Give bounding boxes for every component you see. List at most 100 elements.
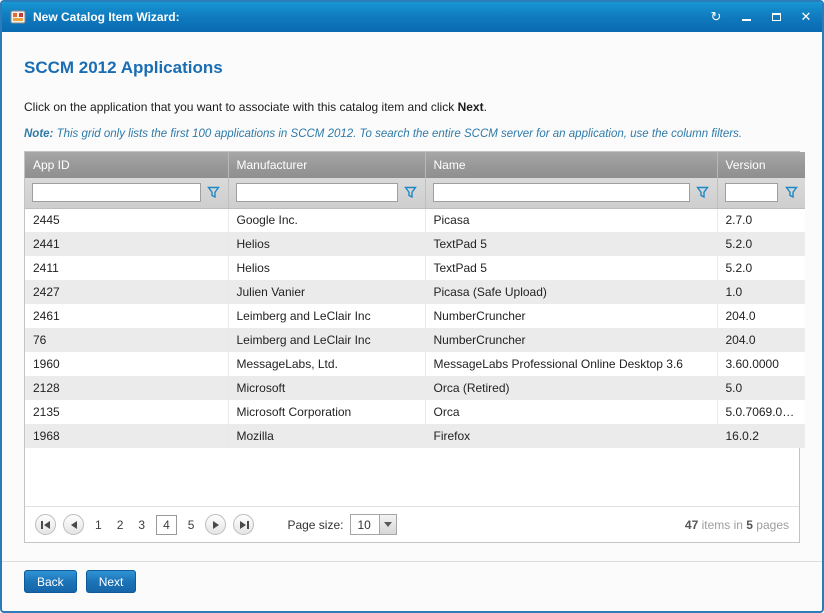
cell-name[interactable]: NumberCruncher bbox=[425, 304, 717, 328]
table-row[interactable]: 76Leimberg and LeClair IncNumberCruncher… bbox=[25, 328, 805, 352]
note-text: Note: This grid only lists the first 100… bbox=[24, 128, 800, 140]
pager-summary: 47 items in 5 pages bbox=[685, 518, 789, 532]
cell-manufacturer[interactable]: Microsoft bbox=[228, 376, 425, 400]
pager-first-page-icon[interactable] bbox=[35, 514, 56, 535]
cell-manufacturer[interactable]: Leimberg and LeClair Inc bbox=[228, 328, 425, 352]
page-size-value: 10 bbox=[351, 515, 378, 534]
filter-input-version[interactable] bbox=[725, 183, 779, 202]
table-row[interactable]: 2461Leimberg and LeClair IncNumberCrunch… bbox=[25, 304, 805, 328]
cell-name[interactable]: Orca bbox=[425, 400, 717, 424]
table-row[interactable]: 2441HeliosTextPad 55.2.0 bbox=[25, 232, 805, 256]
pager: 1 2 3 4 5 Page size: 10 47 items in 5 p bbox=[25, 506, 799, 542]
cell-name[interactable]: TextPad 5 bbox=[425, 256, 717, 280]
cell-version[interactable]: 16.0.2 bbox=[717, 424, 805, 448]
column-header-manufacturer[interactable]: Manufacturer bbox=[228, 152, 425, 178]
cell-app-id[interactable]: 1968 bbox=[25, 424, 228, 448]
filter-funnel-icon[interactable] bbox=[404, 186, 418, 199]
grid-empty-area bbox=[25, 448, 799, 506]
cell-manufacturer[interactable]: Mozilla bbox=[228, 424, 425, 448]
pager-page-4-current[interactable]: 4 bbox=[156, 515, 177, 535]
table-row[interactable]: 1968MozillaFirefox16.0.2 bbox=[25, 424, 805, 448]
filter-input-name[interactable] bbox=[433, 183, 690, 202]
cell-version[interactable]: 1.0 bbox=[717, 280, 805, 304]
filter-funnel-icon[interactable] bbox=[784, 186, 798, 199]
cell-app-id[interactable]: 2461 bbox=[25, 304, 228, 328]
table-row[interactable]: 2427Julien VanierPicasa (Safe Upload)1.0 bbox=[25, 280, 805, 304]
next-button[interactable]: Next bbox=[86, 570, 137, 593]
cell-version[interactable]: 5.2.0 bbox=[717, 256, 805, 280]
table-row[interactable]: 2445Google Inc.Picasa2.7.0 bbox=[25, 208, 805, 232]
instruction-suffix: . bbox=[484, 100, 487, 114]
page-size-dropdown[interactable]: 10 bbox=[350, 514, 396, 535]
cell-version[interactable]: 3.60.0000 bbox=[717, 352, 805, 376]
cell-app-id[interactable]: 1960 bbox=[25, 352, 228, 376]
filter-input-manufacturer[interactable] bbox=[236, 183, 398, 202]
pager-page-3[interactable]: 3 bbox=[134, 516, 149, 534]
column-header-name[interactable]: Name bbox=[425, 152, 717, 178]
pager-prev-page-icon[interactable] bbox=[63, 514, 84, 535]
pager-last-page-icon[interactable] bbox=[233, 514, 254, 535]
cell-version[interactable]: 204.0 bbox=[717, 328, 805, 352]
back-button[interactable]: Back bbox=[24, 570, 77, 593]
cell-app-id[interactable]: 2445 bbox=[25, 208, 228, 232]
cell-name[interactable]: Picasa (Safe Upload) bbox=[425, 280, 717, 304]
cell-version[interactable]: 5.0 bbox=[717, 376, 805, 400]
maximize-icon[interactable] bbox=[768, 9, 784, 25]
cell-manufacturer[interactable]: Leimberg and LeClair Inc bbox=[228, 304, 425, 328]
table-row[interactable]: 2128MicrosoftOrca (Retired)5.0 bbox=[25, 376, 805, 400]
filter-row bbox=[25, 178, 805, 208]
cell-manufacturer[interactable]: Google Inc. bbox=[228, 208, 425, 232]
cell-name[interactable]: TextPad 5 bbox=[425, 232, 717, 256]
cell-name[interactable]: MessageLabs Professional Online Desktop … bbox=[425, 352, 717, 376]
app-icon bbox=[10, 9, 26, 25]
cell-app-id[interactable]: 2411 bbox=[25, 256, 228, 280]
filter-funnel-icon[interactable] bbox=[207, 186, 221, 199]
cell-name[interactable]: NumberCruncher bbox=[425, 328, 717, 352]
cell-manufacturer[interactable]: Julien Vanier bbox=[228, 280, 425, 304]
items-count: 47 bbox=[685, 518, 698, 532]
table-row[interactable]: 1960MessageLabs, Ltd.MessageLabs Profess… bbox=[25, 352, 805, 376]
cell-version[interactable]: 204.0 bbox=[717, 304, 805, 328]
cell-name[interactable]: Orca (Retired) bbox=[425, 376, 717, 400]
cell-app-id[interactable]: 76 bbox=[25, 328, 228, 352]
cell-manufacturer[interactable]: MessageLabs, Ltd. bbox=[228, 352, 425, 376]
filter-funnel-icon[interactable] bbox=[696, 186, 710, 199]
pages-count: 5 bbox=[746, 518, 753, 532]
instruction-prefix: Click on the application that you want t… bbox=[24, 100, 458, 114]
pager-next-page-icon[interactable] bbox=[205, 514, 226, 535]
cell-name[interactable]: Firefox bbox=[425, 424, 717, 448]
page-size-label: Page size: bbox=[287, 518, 343, 532]
column-header-app-id[interactable]: App ID bbox=[25, 152, 228, 178]
pager-page-2[interactable]: 2 bbox=[113, 516, 128, 534]
table-body: 2445Google Inc.Picasa2.7.0 2441HeliosTex… bbox=[25, 208, 805, 448]
cell-version[interactable]: 2.7.0 bbox=[717, 208, 805, 232]
cell-app-id[interactable]: 2128 bbox=[25, 376, 228, 400]
titlebar: New Catalog Item Wizard: ↻ ✕ bbox=[2, 2, 822, 32]
refresh-icon[interactable]: ↻ bbox=[708, 9, 724, 25]
pager-page-1[interactable]: 1 bbox=[91, 516, 106, 534]
cell-version[interactable]: 5.2.0 bbox=[717, 232, 805, 256]
cell-name[interactable]: Picasa bbox=[425, 208, 717, 232]
cell-app-id[interactable]: 2135 bbox=[25, 400, 228, 424]
header-row: App ID Manufacturer Name Version bbox=[25, 152, 805, 178]
cell-app-id[interactable]: 2441 bbox=[25, 232, 228, 256]
window-title: New Catalog Item Wizard: bbox=[33, 10, 180, 24]
table-row[interactable]: 2135Microsoft CorporationOrca5.0.7069.00… bbox=[25, 400, 805, 424]
table-row[interactable]: 2411HeliosTextPad 55.2.0 bbox=[25, 256, 805, 280]
page-title: SCCM 2012 Applications bbox=[24, 58, 800, 78]
close-icon[interactable]: ✕ bbox=[798, 9, 814, 25]
filter-input-app-id[interactable] bbox=[32, 183, 201, 202]
cell-version[interactable]: 5.0.7069.0000 bbox=[717, 400, 805, 424]
cell-manufacturer[interactable]: Helios bbox=[228, 232, 425, 256]
cell-manufacturer[interactable]: Helios bbox=[228, 256, 425, 280]
instruction-text: Click on the application that you want t… bbox=[24, 100, 800, 114]
cell-manufacturer[interactable]: Microsoft Corporation bbox=[228, 400, 425, 424]
pager-page-5[interactable]: 5 bbox=[184, 516, 199, 534]
minimize-icon[interactable] bbox=[738, 9, 754, 25]
column-header-version[interactable]: Version bbox=[717, 152, 805, 178]
maximize-glyph bbox=[772, 13, 781, 21]
items-text: items in bbox=[698, 518, 746, 532]
chevron-down-icon[interactable] bbox=[379, 515, 396, 534]
instruction-bold: Next bbox=[458, 100, 484, 114]
cell-app-id[interactable]: 2427 bbox=[25, 280, 228, 304]
